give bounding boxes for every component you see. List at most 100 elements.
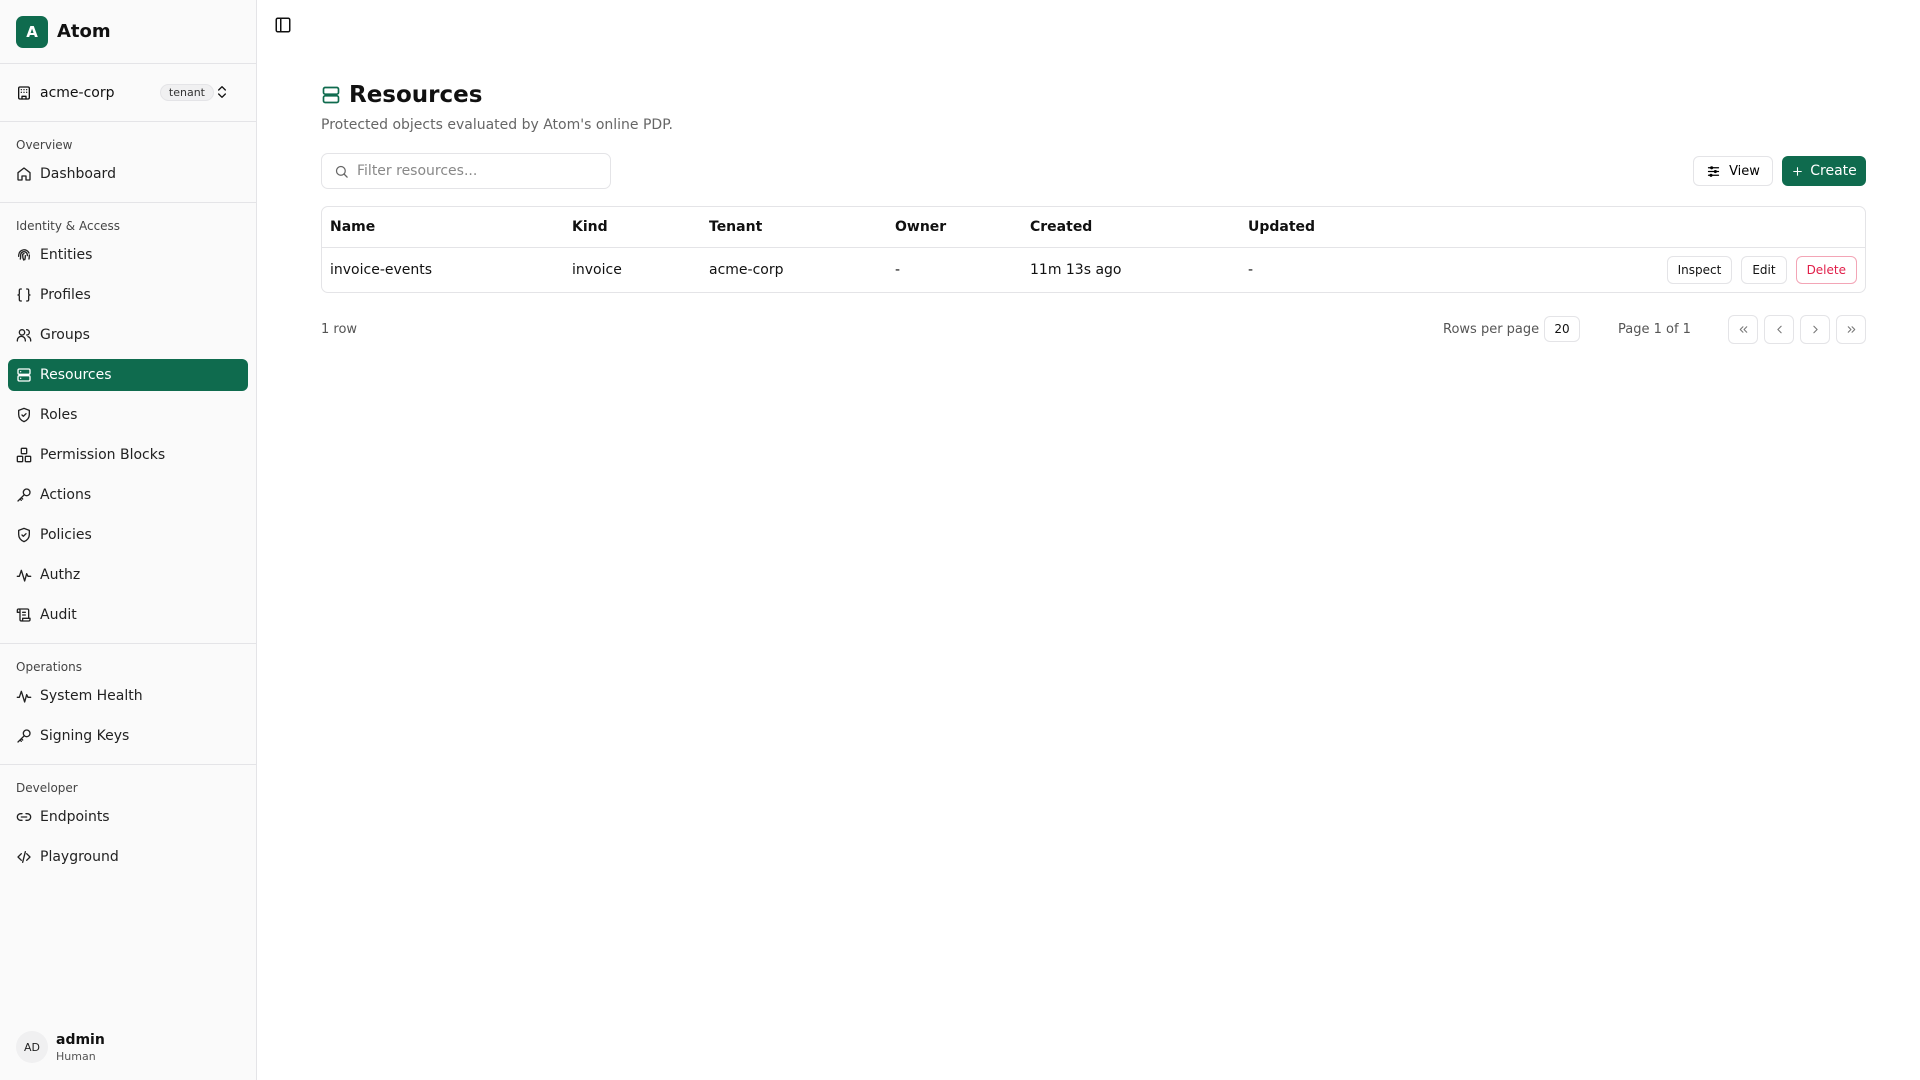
key-icon [17,488,31,502]
avatar: AD [16,1031,48,1063]
sidebar-item-dashboard[interactable]: Dashboard [8,158,248,190]
sidebar-item-label: Authz [40,567,81,583]
brand[interactable]: A Atom [0,0,256,64]
sidebar-item-signing-keys[interactable]: Signing Keys [8,720,248,752]
sidebar-item-label: Roles [40,407,78,423]
page-header: Resources [321,82,482,108]
sliders-icon [1707,165,1720,177]
search-icon [335,165,348,178]
nav-section-operations: Operations System Health Signing Keys [0,644,256,765]
home-icon [17,167,31,181]
rows-per-page-label: Rows per page [1443,321,1540,337]
sidebar-toggle-icon[interactable] [274,16,292,34]
next-page-button[interactable] [1800,315,1830,344]
prev-page-button[interactable] [1764,315,1794,344]
sidebar-item-label: Actions [40,487,92,503]
sidebar-item-authz[interactable]: Authz [8,559,248,591]
sidebar-item-label: Audit [40,607,77,623]
sidebar-item-groups[interactable]: Groups [8,319,248,351]
column-header-kind[interactable]: Kind [572,207,608,247]
view-button[interactable]: View [1693,156,1773,186]
sidebar-item-playground[interactable]: Playground [8,841,248,873]
server-icon [17,368,31,382]
chevron-right-icon [1812,325,1818,334]
nav-section-identity: Identity & Access Entities Profiles Grou… [0,203,256,644]
key-icon [17,729,31,743]
column-header-created[interactable]: Created [1030,207,1092,247]
row-actions: Inspect Edit Delete [1666,256,1857,284]
nav-section-overview: Overview Dashboard [0,122,256,203]
table-footer: 1 row Rows per page 20 Page 1 of 1 [321,312,1866,346]
sidebar-item-label: System Health [40,688,143,704]
last-page-button[interactable] [1836,315,1866,344]
first-page-button[interactable] [1728,315,1758,344]
sidebar-item-label: Entities [40,247,93,263]
column-header-updated[interactable]: Updated [1248,207,1315,247]
table-row[interactable]: invoice-events invoice acme-corp - 11m 1… [322,248,1865,291]
edit-button[interactable]: Edit [1741,256,1787,284]
tenant-switcher[interactable]: acme-corp tenant [0,64,256,122]
section-title: Identity & Access [16,219,121,233]
sidebar-item-label: Signing Keys [40,728,130,744]
sidebar-item-permission-blocks[interactable]: Permission Blocks [8,439,248,471]
sidebar-item-label: Policies [40,527,92,543]
server-icon [322,86,340,104]
sidebar-item-resources[interactable]: Resources [8,359,248,391]
delete-button[interactable]: Delete [1795,256,1857,284]
sidebar-item-system-health[interactable]: System Health [8,680,248,712]
blocks-icon [16,447,32,463]
chevrons-up-down-icon [218,86,226,98]
create-button-label: Create [1810,163,1857,179]
filter-box[interactable] [321,153,611,189]
create-button[interactable]: Create [1782,156,1866,186]
sidebar: A Atom acme-corp tenant Overview Dashboa… [0,0,257,1080]
code-icon [17,851,31,863]
tenant-badge: tenant [159,84,214,101]
cell-updated: - [1248,261,1254,278]
page-info: Page 1 of 1 [1618,321,1691,337]
nav-section-developer: Developer Endpoints Playground [0,765,256,885]
sidebar-item-policies[interactable]: Policies [8,519,248,551]
section-title: Developer [16,781,78,795]
cell-name: invoice-events [330,261,433,278]
scroll-icon [16,608,31,622]
column-header-owner[interactable]: Owner [895,207,946,247]
brand-logo: A [16,15,48,48]
pagination [1728,315,1866,344]
user-menu[interactable]: AD admin Human [0,1014,256,1080]
cell-owner: - [895,261,901,278]
view-button-label: View [1729,163,1760,179]
user-info: admin Human [56,1032,105,1063]
sidebar-item-label: Dashboard [40,166,116,182]
section-title: Operations [16,660,82,674]
sidebar-item-audit[interactable]: Audit [8,599,248,631]
activity-icon [16,690,32,703]
sidebar-item-profiles[interactable]: Profiles [8,279,248,311]
rows-per-page-select[interactable]: 20 [1544,316,1580,342]
activity-icon [16,569,32,582]
sidebar-item-endpoints[interactable]: Endpoints [8,801,248,833]
sidebar-item-actions[interactable]: Actions [8,479,248,511]
sidebar-item-label: Profiles [40,287,91,303]
chevrons-right-icon [1847,326,1855,333]
column-header-name[interactable]: Name [330,207,375,247]
sidebar-item-label: Endpoints [40,809,110,825]
inspect-button[interactable]: Inspect [1666,256,1733,284]
page-subtitle: Protected objects evaluated by Atom's on… [321,117,673,133]
sidebar-item-entities[interactable]: Entities [8,239,248,271]
shield-check-icon [18,407,30,423]
filter-input[interactable] [357,163,597,179]
user-role: Human [56,1049,96,1063]
sidebar-item-label: Playground [40,849,119,865]
row-count: 1 row [321,321,358,337]
table-header-row: Name Kind Tenant Owner Created Updated [322,207,1865,248]
column-header-tenant[interactable]: Tenant [709,207,762,247]
sidebar-item-roles[interactable]: Roles [8,399,248,431]
building-icon [18,85,30,100]
plus-icon [1793,166,1803,176]
page-title: Resources [349,82,483,108]
braces-icon [17,288,31,302]
resources-table: Name Kind Tenant Owner Created Updated i… [321,206,1866,293]
sidebar-item-label: Groups [40,327,90,343]
fingerprint-icon [18,249,30,261]
